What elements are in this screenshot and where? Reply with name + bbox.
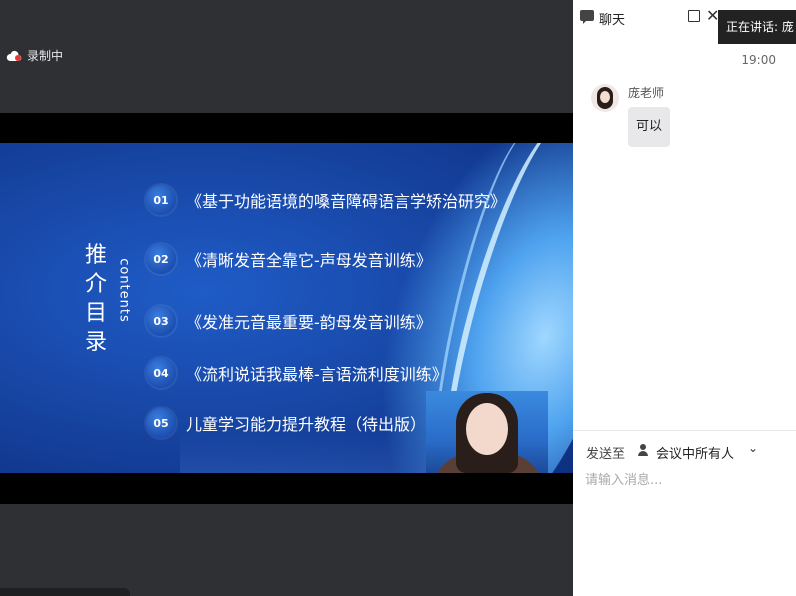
send-to-label: 发送至: [586, 447, 626, 462]
toc-text: 《发准元音最重要-韵母发音训练》: [186, 313, 432, 332]
toc-text: 《清晰发音全靠它-声母发音训练》: [186, 251, 432, 270]
person-icon-body: [638, 451, 648, 456]
message-input[interactable]: [583, 472, 787, 489]
toc-text: 儿童学习能力提升教程（待出版）: [186, 415, 427, 434]
toc-item: 02 《清晰发音全靠它-声母发音训练》: [146, 244, 432, 274]
popout-icon[interactable]: [688, 10, 700, 22]
toc-item: 04 《流利说话我最棒-言语流利度训练》: [146, 358, 448, 388]
speaking-indicator: 正在讲话: 庞: [718, 10, 796, 44]
chat-bubble-icon: [580, 10, 594, 24]
toc-number: 05: [146, 408, 176, 438]
recording-indicator[interactable]: 录制中: [6, 47, 63, 64]
toc-item: 05 儿童学习能力提升教程（待出版）: [146, 408, 426, 438]
divider: [573, 430, 796, 431]
toc-number: 01: [146, 185, 176, 215]
chat-title: 聊天: [599, 13, 626, 28]
slide-decor-skyline: [180, 433, 460, 473]
toc-item: 03 《发准元音最重要-韵母发音训练》: [146, 306, 432, 336]
bottom-toolbar-stub[interactable]: [0, 588, 130, 596]
cloud-record-icon: [6, 50, 22, 62]
recording-label: 录制中: [27, 49, 64, 63]
slide-title-char: 推: [84, 243, 107, 268]
avatar[interactable]: [591, 84, 619, 112]
person-icon-head: [640, 444, 646, 450]
recipient-select[interactable]: 会议中所有人: [656, 443, 734, 462]
toc-item: 01 《基于功能语境的嗓音障碍语言学矫治研究》: [146, 185, 506, 215]
avatar-face: [600, 91, 610, 103]
toc-text: 《流利说话我最棒-言语流利度训练》: [186, 365, 448, 384]
toc-number: 03: [146, 306, 176, 336]
presenter-face: [466, 403, 508, 455]
message-bubble[interactable]: 可以: [628, 107, 671, 147]
message-sender: 庞老师: [628, 86, 665, 100]
chat-panel: 聊天 ✕ 正在讲话: 庞 19:00 庞老师 可以 发送至 会议中所有人 ⌄: [573, 0, 796, 596]
message-timestamp: 19:00: [741, 53, 776, 67]
slide-subtitle: contents: [116, 258, 132, 323]
person-icon: [637, 444, 649, 456]
slide-title-char: 目: [84, 301, 107, 326]
toc-number: 02: [146, 244, 176, 274]
video-area: 录制中 推 介 目 录 contents 01 《基于功能语境的嗓音障碍语言学矫…: [0, 0, 573, 596]
slide-title-char: 录: [84, 330, 107, 355]
slide-title: 推 介 目 录: [84, 241, 108, 357]
chevron-down-icon[interactable]: ⌄: [748, 441, 758, 455]
toc-number: 04: [146, 358, 176, 388]
slide-title-char: 介: [84, 272, 107, 297]
presenter-video-thumbnail[interactable]: [426, 391, 548, 473]
toc-text: 《基于功能语境的嗓音障碍语言学矫治研究》: [186, 192, 507, 211]
